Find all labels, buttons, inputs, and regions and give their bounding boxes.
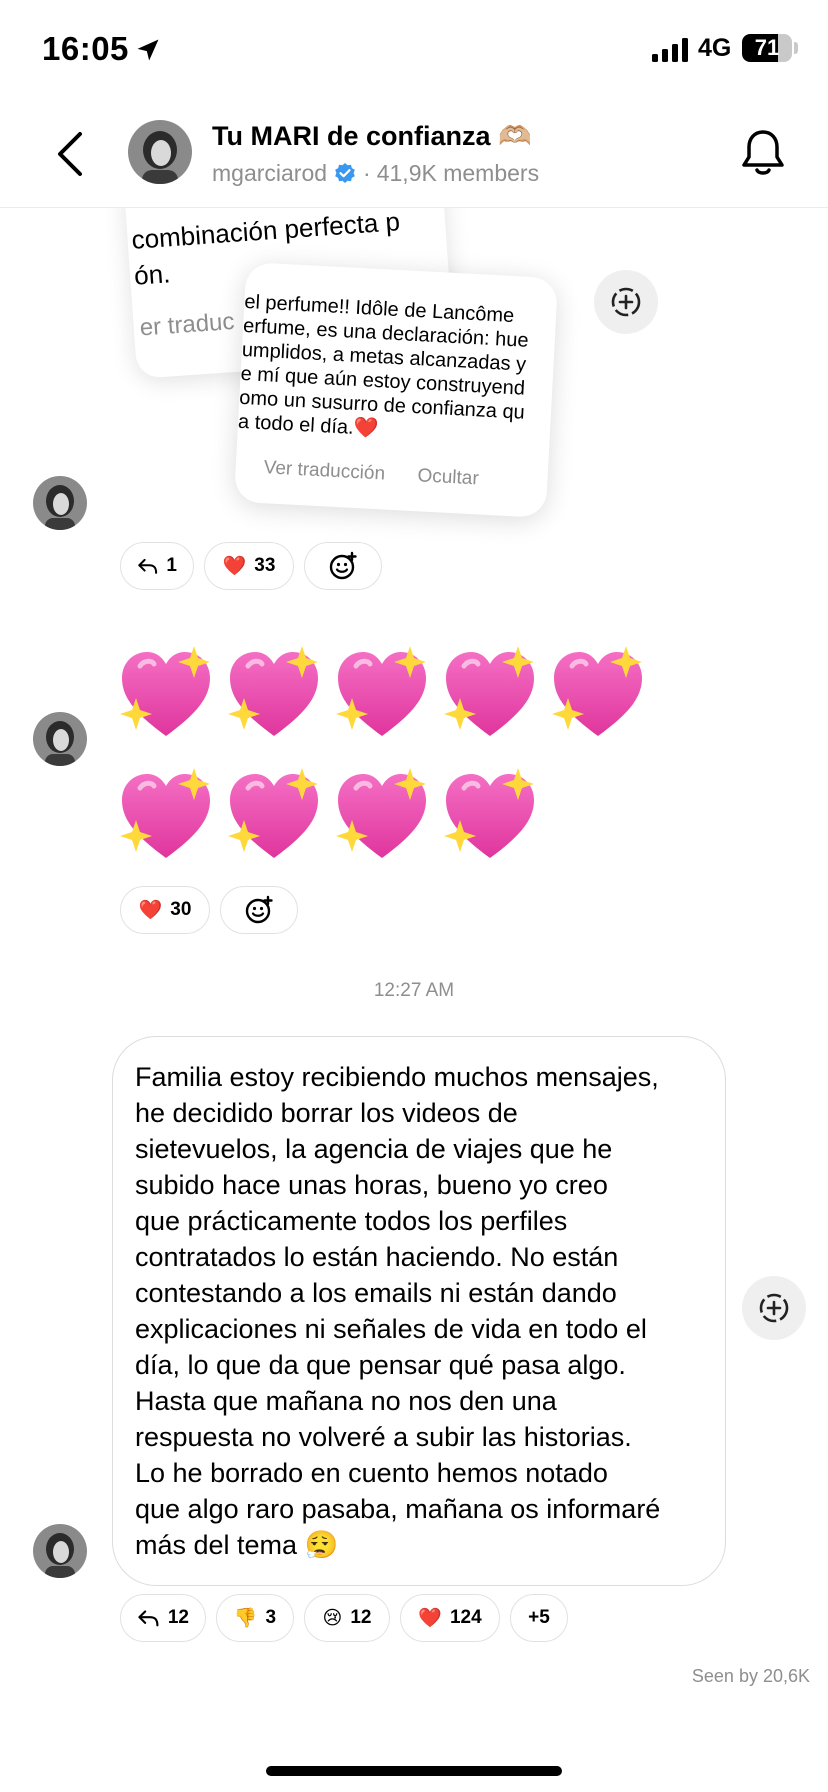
notification-bell-icon[interactable]: [740, 128, 786, 178]
chat-area[interactable]: combinación perfecta p ón. er traduc el …: [0, 208, 828, 1792]
reaction-count: 3: [265, 1607, 277, 1628]
translate-link[interactable]: Ver traducción: [263, 457, 385, 485]
reaction-bar: 1 ❤️ 33: [120, 542, 382, 590]
add-reaction-button[interactable]: [304, 542, 382, 590]
channel-username[interactable]: mgarciarod: [212, 160, 327, 187]
cellular-signal-icon: [652, 38, 688, 62]
more-reactions-count: +5: [528, 1607, 550, 1628]
sparkling-heart-emoji: [116, 644, 216, 744]
subtitle-separator: ·: [363, 160, 371, 186]
share-dashed-plus-icon: [611, 287, 641, 317]
card-translate-link[interactable]: er traduc: [139, 308, 235, 343]
reaction-bar: 12 👎 3 😢 12 ❤️ 124 +5: [120, 1594, 568, 1642]
channel-title[interactable]: Tu MARI de confianza 🫶🏼: [212, 120, 532, 152]
card-text-line: ón.: [133, 258, 172, 291]
sparkling-heart-emoji: [440, 766, 540, 866]
status-bar: 16:05 4G 71: [0, 0, 828, 100]
heart-emoji: ❤️: [138, 900, 163, 921]
add-reaction-icon: [329, 551, 357, 580]
avatar-photo: [33, 712, 87, 766]
share-button[interactable]: [742, 1276, 806, 1340]
reaction-bar: ❤️ 30: [120, 886, 298, 934]
thumbs-down-emoji: 👎: [233, 1608, 258, 1629]
sender-avatar[interactable]: [33, 476, 87, 530]
sparkling-heart-emoji: [548, 644, 648, 744]
battery-percent: 71: [754, 35, 780, 60]
heart-reaction-pill[interactable]: ❤️ 30: [120, 886, 210, 934]
seen-by-label: Seen by 20,6K: [691, 1666, 810, 1686]
sparkling-heart-emoji: [116, 766, 216, 866]
card-text-line: combinación perfecta p: [130, 208, 401, 255]
avatar-photo: [33, 1524, 87, 1578]
reaction-count: 33: [254, 555, 276, 576]
channel-avatar[interactable]: [128, 120, 192, 184]
shared-post-card-front[interactable]: el perfume!! Idôle de Lancôme erfume, es…: [233, 262, 559, 518]
sparkling-heart-emoji: [224, 644, 324, 744]
crying-emoji: 😢: [322, 1607, 343, 1629]
avatar-photo: [128, 120, 192, 184]
back-chevron-icon[interactable]: [50, 128, 90, 180]
share-dashed-plus-icon: [759, 1293, 789, 1323]
reaction-count: 124: [449, 1607, 482, 1628]
home-indicator[interactable]: [266, 1766, 562, 1776]
message-timestamp: 12:27 AM: [373, 980, 455, 1001]
chat-header: Tu MARI de confianza 🫶🏼 mgarciarod · 41,…: [0, 100, 828, 208]
more-reactions-pill[interactable]: +5: [510, 1594, 568, 1642]
sender-avatar[interactable]: [33, 712, 87, 766]
location-arrow-icon: [137, 39, 159, 61]
share-button[interactable]: [594, 270, 658, 334]
reply-count: 12: [167, 1607, 189, 1628]
reply-count: 1: [166, 555, 177, 576]
thumbs-down-reaction-pill[interactable]: 👎 3: [216, 1594, 294, 1642]
crying-reaction-pill[interactable]: 😢 12: [304, 1594, 390, 1642]
heart-emoji: ❤️: [222, 556, 247, 577]
avatar-photo: [33, 476, 87, 530]
add-reaction-icon: [245, 895, 273, 924]
sparkling-heart-emoji: [332, 644, 432, 744]
sender-avatar[interactable]: [33, 1524, 87, 1578]
add-reaction-button[interactable]: [220, 886, 298, 934]
message-text: Familia estoy recibiendo muchos mensajes…: [135, 1062, 661, 1560]
heart-emoji: ❤️: [418, 1608, 442, 1629]
message-bubble[interactable]: Familia estoy recibiendo muchos mensajes…: [112, 1036, 726, 1586]
status-time: 16:05: [42, 30, 129, 67]
reaction-count: 12: [350, 1607, 372, 1628]
member-count: 41,9K members: [376, 160, 540, 186]
reply-count-pill[interactable]: 1: [120, 542, 194, 590]
verified-badge-icon: [335, 162, 355, 183]
reply-count-pill[interactable]: 12: [120, 1594, 206, 1642]
battery-tip: [794, 42, 798, 54]
reply-icon: [138, 1610, 159, 1627]
card-caption: el perfume!! Idôle de Lancôme erfume, es…: [237, 290, 558, 451]
battery-icon: 71: [742, 34, 792, 62]
hide-link[interactable]: Ocultar: [417, 465, 479, 490]
sparkling-heart-emoji: [224, 766, 324, 866]
reaction-count: 30: [170, 899, 192, 920]
channel-subtitle: mgarciarod · 41,9K members: [212, 160, 539, 187]
network-type: 4G: [698, 34, 732, 62]
heart-reaction-pill[interactable]: ❤️ 33: [204, 542, 294, 590]
heart-reaction-pill[interactable]: ❤️ 124: [400, 1594, 500, 1642]
sparkling-heart-emoji: [440, 644, 540, 744]
sparkling-heart-emoji: [332, 766, 432, 866]
reply-icon: [138, 558, 158, 574]
